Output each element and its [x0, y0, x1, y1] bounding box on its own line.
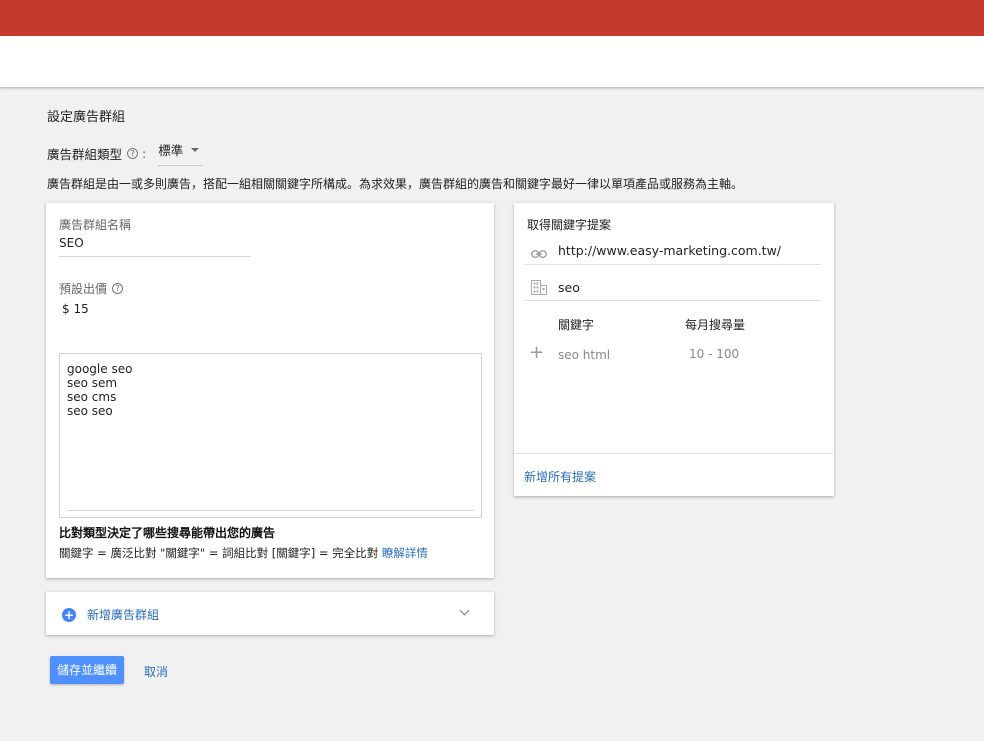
suggestions-title: 取得關鍵字提案: [527, 218, 612, 232]
keyword-line: seo seo: [67, 404, 113, 418]
keyword-line: seo cms: [67, 390, 117, 404]
add-ad-group-card[interactable]: + 新增廣告群組: [46, 592, 494, 635]
divider: [525, 300, 821, 301]
landing-page-url[interactable]: http://www.easy-marketing.com.tw/: [558, 243, 781, 258]
group-type-label: 廣告群組類型: [47, 146, 123, 162]
page-title: 設定廣告群組: [47, 110, 126, 125]
learn-more-link[interactable]: 瞭解詳情: [382, 546, 428, 560]
help-icon[interactable]: ?: [127, 147, 139, 159]
match-type-explain: 關鍵字 = 廣泛比對 "關鍵字" = 詞組比對 [關鍵字] = 完全比對 瞭解詳…: [59, 545, 428, 561]
default-bid-label: 預設出價: [59, 282, 108, 296]
cancel-button[interactable]: 取消: [144, 663, 168, 680]
add-keyword-plus-icon[interactable]: +: [529, 344, 544, 362]
group-type-row: 廣告群組類型 ? : 標準: [47, 140, 204, 166]
textarea-underline: [67, 510, 474, 511]
group-type-value: 標準: [158, 143, 184, 158]
add-ad-group-label: 新增廣告群組: [87, 608, 160, 622]
add-all-suggestions-link[interactable]: 新增所有提案: [524, 468, 596, 485]
divider: [525, 264, 821, 265]
keyword-line: seo sem: [67, 376, 118, 390]
divider: [514, 453, 834, 454]
group-type-colon: :: [142, 145, 147, 161]
product-service-input[interactable]: seo: [558, 280, 580, 295]
top-app-bar: [0, 0, 984, 36]
default-bid-value: $ 15: [62, 302, 89, 316]
suggested-keyword: seo html: [558, 348, 611, 362]
group-name-label: 廣告群組名稱: [59, 218, 132, 232]
col-volume-header: 每月搜尋量: [685, 318, 746, 332]
link-icon: [531, 247, 547, 261]
ad-group-card: 廣告群組名稱 SEO 預設出價 ? $ 15 google seo seo se…: [46, 203, 494, 578]
group-description: 廣告群組是由一或多則廣告，搭配一組相關關鍵字所構成。為求效果，廣告群組的廣告和關…: [47, 177, 744, 191]
default-bid-input[interactable]: $ 15: [62, 302, 89, 316]
group-type-select[interactable]: 標準: [158, 140, 204, 166]
keywords-textarea[interactable]: google seo seo sem seo cms seo seo: [59, 353, 482, 518]
match-type-heading: 比對類型決定了哪些搜尋能帶出您的廣告: [59, 526, 276, 540]
keyword-line: google seo: [67, 362, 133, 376]
dropdown-caret-icon: [191, 147, 200, 152]
col-keyword-header: 關鍵字: [558, 318, 595, 332]
help-icon[interactable]: ?: [112, 283, 124, 294]
add-ad-group-row: + 新增廣告群組: [62, 606, 159, 623]
sub-header-bar: [0, 36, 984, 88]
keyword-suggestions-card: 取得關鍵字提案 http://www.easy-marketing.com.tw…: [514, 203, 834, 496]
chevron-down-icon[interactable]: [459, 605, 470, 616]
default-bid-label-row: 預設出價 ?: [59, 280, 124, 297]
save-continue-button[interactable]: 儲存並繼續: [50, 656, 124, 684]
add-circle-icon: +: [62, 607, 76, 622]
building-icon: [531, 280, 547, 298]
group-name-value: SEO: [59, 236, 84, 250]
suggested-volume: 10 - 100: [689, 347, 740, 361]
match-type-text: 關鍵字 = 廣泛比對 "關鍵字" = 詞組比對 [關鍵字] = 完全比對: [59, 546, 379, 560]
group-name-input[interactable]: SEO: [59, 234, 251, 257]
